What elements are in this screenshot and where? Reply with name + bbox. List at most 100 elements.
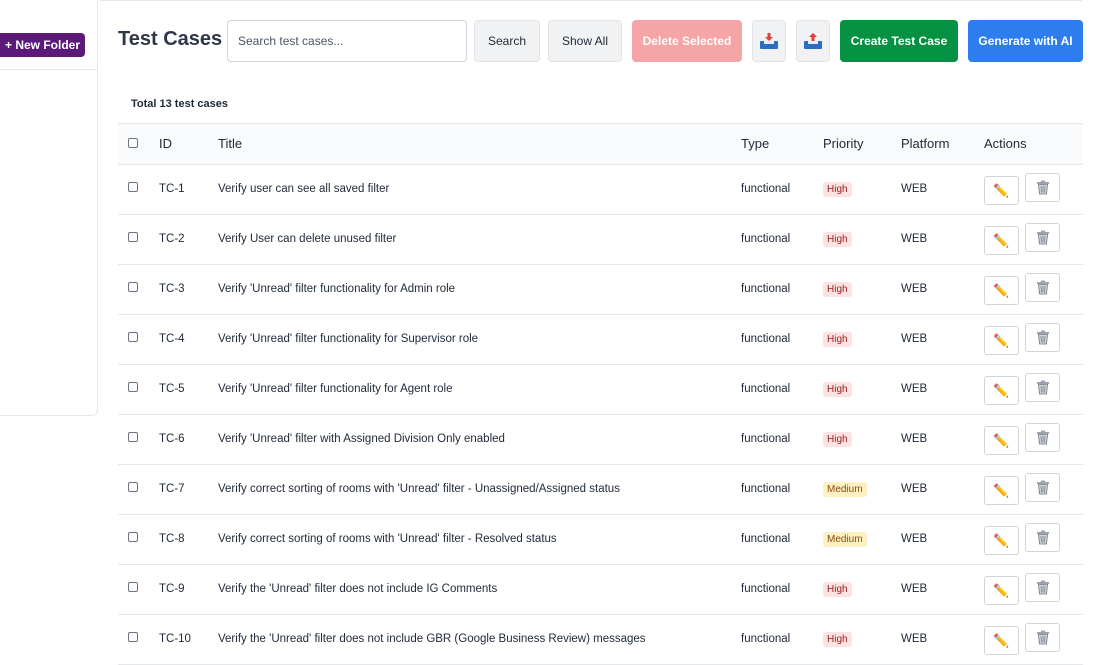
priority-badge: High bbox=[823, 282, 852, 297]
row-actions: ✏️ bbox=[983, 364, 1083, 414]
row-actions: ✏️ bbox=[983, 264, 1083, 314]
row-checkbox[interactable] bbox=[128, 482, 138, 492]
edit-button[interactable]: ✏️ bbox=[984, 426, 1019, 455]
test-case-title[interactable]: Verify the 'Unread' filter does not incl… bbox=[218, 614, 741, 664]
test-case-title[interactable]: Verify correct sorting of rooms with 'Un… bbox=[218, 464, 741, 514]
delete-selected-button[interactable]: Delete Selected bbox=[632, 20, 742, 62]
test-case-title[interactable]: Verify 'Unread' filter with Assigned Div… bbox=[218, 414, 741, 464]
test-case-platform: WEB bbox=[901, 314, 983, 364]
search-input[interactable] bbox=[227, 20, 467, 62]
pencil-icon: ✏️ bbox=[993, 633, 1009, 649]
test-case-type: functional bbox=[741, 364, 823, 414]
delete-button[interactable] bbox=[1025, 173, 1060, 202]
test-case-title[interactable]: Verify 'Unread' filter functionality for… bbox=[218, 314, 741, 364]
row-checkbox[interactable] bbox=[128, 432, 138, 442]
test-case-type: functional bbox=[741, 514, 823, 564]
edit-button[interactable]: ✏️ bbox=[984, 476, 1019, 505]
edit-button[interactable]: ✏️ bbox=[984, 326, 1019, 355]
inbox-tray-icon bbox=[802, 31, 824, 51]
priority-badge: Medium bbox=[823, 482, 867, 497]
delete-button[interactable] bbox=[1025, 423, 1060, 452]
test-case-title[interactable]: Verify the 'Unread' filter does not incl… bbox=[218, 564, 741, 614]
column-id[interactable]: ID bbox=[159, 124, 218, 164]
row-checkbox[interactable] bbox=[128, 332, 138, 342]
edit-button[interactable]: ✏️ bbox=[984, 376, 1019, 405]
folder-sidebar: + New Folder bbox=[0, 0, 98, 416]
edit-button[interactable]: ✏️ bbox=[984, 626, 1019, 655]
delete-button[interactable] bbox=[1025, 573, 1060, 602]
row-checkbox[interactable] bbox=[128, 282, 138, 292]
delete-button[interactable] bbox=[1025, 623, 1060, 652]
row-actions: ✏️ bbox=[983, 564, 1083, 614]
trash-icon bbox=[1036, 330, 1050, 345]
test-case-title[interactable]: Verify 'Unread' filter functionality for… bbox=[218, 264, 741, 314]
trash-icon bbox=[1036, 280, 1050, 295]
column-priority[interactable]: Priority bbox=[823, 124, 901, 164]
row-select-cell bbox=[118, 414, 159, 464]
edit-button[interactable]: ✏️ bbox=[984, 526, 1019, 555]
trash-icon bbox=[1036, 530, 1050, 545]
row-checkbox[interactable] bbox=[128, 632, 138, 642]
row-checkbox[interactable] bbox=[128, 232, 138, 242]
priority-cell: High bbox=[823, 314, 901, 364]
row-checkbox[interactable] bbox=[128, 582, 138, 592]
select-all-checkbox[interactable] bbox=[128, 138, 138, 148]
row-actions: ✏️ bbox=[983, 214, 1083, 264]
delete-button[interactable] bbox=[1025, 223, 1060, 252]
test-case-id: TC-7 bbox=[159, 464, 218, 514]
test-case-platform: WEB bbox=[901, 264, 983, 314]
priority-badge: High bbox=[823, 332, 852, 347]
table-row: TC-5Verify 'Unread' filter functionality… bbox=[118, 364, 1083, 414]
delete-button[interactable] bbox=[1025, 273, 1060, 302]
priority-cell: High bbox=[823, 364, 901, 414]
edit-button[interactable]: ✏️ bbox=[984, 576, 1019, 605]
search-button[interactable]: Search bbox=[474, 20, 540, 62]
priority-cell: High bbox=[823, 164, 901, 214]
row-select-cell bbox=[118, 314, 159, 364]
create-test-case-button[interactable]: Create Test Case bbox=[840, 20, 958, 62]
edit-button[interactable]: ✏️ bbox=[984, 276, 1019, 305]
delete-button[interactable] bbox=[1025, 473, 1060, 502]
test-case-type: functional bbox=[741, 214, 823, 264]
delete-button[interactable] bbox=[1025, 523, 1060, 552]
row-checkbox[interactable] bbox=[128, 382, 138, 392]
test-case-title[interactable]: Verify User can delete unused filter bbox=[218, 214, 741, 264]
row-checkbox[interactable] bbox=[128, 182, 138, 192]
priority-badge: High bbox=[823, 432, 852, 447]
edit-button[interactable]: ✏️ bbox=[984, 226, 1019, 255]
export-button[interactable] bbox=[796, 20, 830, 62]
pencil-icon: ✏️ bbox=[993, 333, 1009, 349]
pencil-icon: ✏️ bbox=[993, 583, 1009, 599]
test-case-title[interactable]: Verify correct sorting of rooms with 'Un… bbox=[218, 514, 741, 564]
row-checkbox[interactable] bbox=[128, 532, 138, 542]
pencil-icon: ✏️ bbox=[993, 183, 1009, 199]
test-case-id: TC-5 bbox=[159, 364, 218, 414]
delete-button[interactable] bbox=[1025, 323, 1060, 352]
column-title[interactable]: Title bbox=[218, 124, 741, 164]
row-actions: ✏️ bbox=[983, 164, 1083, 214]
column-platform[interactable]: Platform bbox=[901, 124, 983, 164]
column-type[interactable]: Type bbox=[741, 124, 823, 164]
test-case-platform: WEB bbox=[901, 214, 983, 264]
edit-button[interactable]: ✏️ bbox=[984, 176, 1019, 205]
delete-button[interactable] bbox=[1025, 373, 1060, 402]
new-folder-button[interactable]: + New Folder bbox=[0, 33, 85, 57]
import-button[interactable] bbox=[752, 20, 786, 62]
row-select-cell bbox=[118, 464, 159, 514]
trash-icon bbox=[1036, 580, 1050, 595]
test-case-id: TC-1 bbox=[159, 164, 218, 214]
sidebar-header: + New Folder bbox=[0, 0, 98, 70]
generate-with-ai-button[interactable]: Generate with AI bbox=[968, 20, 1083, 62]
test-case-title[interactable]: Verify user can see all saved filter bbox=[218, 164, 741, 214]
table-row: TC-4Verify 'Unread' filter functionality… bbox=[118, 314, 1083, 364]
test-case-platform: WEB bbox=[901, 164, 983, 214]
trash-icon bbox=[1036, 180, 1050, 195]
row-select-cell bbox=[118, 164, 159, 214]
test-cases-table: ID Title Type Priority Platform Actions … bbox=[118, 124, 1083, 665]
test-case-platform: WEB bbox=[901, 514, 983, 564]
test-case-id: TC-8 bbox=[159, 514, 218, 564]
show-all-button[interactable]: Show All bbox=[548, 20, 622, 62]
table-row: TC-7Verify correct sorting of rooms with… bbox=[118, 464, 1083, 514]
priority-badge: High bbox=[823, 182, 852, 197]
test-case-title[interactable]: Verify 'Unread' filter functionality for… bbox=[218, 364, 741, 414]
